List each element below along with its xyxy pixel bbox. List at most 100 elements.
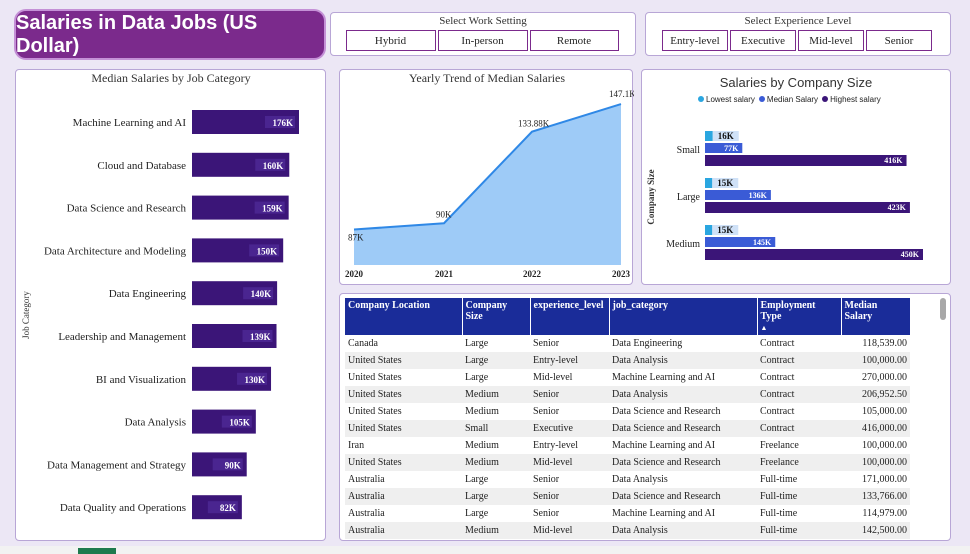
slicer-senior-button[interactable]: Senior bbox=[866, 30, 932, 51]
table-cell: Full-time bbox=[757, 539, 841, 540]
table-scrollbar[interactable] bbox=[940, 298, 946, 320]
job-category-tick-label: Data Architecture and Modeling bbox=[44, 245, 187, 257]
table-cell: Freelance bbox=[757, 454, 841, 471]
table-cell: 416,000.00 bbox=[841, 420, 910, 437]
col-company-size[interactable]: Company Size bbox=[462, 298, 531, 335]
table-cell: 171,000.00 bbox=[862, 474, 907, 485]
table-row[interactable]: AustraliaMediumMid-levelMachine Learning… bbox=[345, 539, 910, 540]
trend-data-label: 90K bbox=[436, 209, 452, 219]
slicer-mid-level-button[interactable]: Mid-level bbox=[798, 30, 864, 51]
table-cell: Contract bbox=[760, 338, 795, 349]
table-cell: Mid-level bbox=[530, 454, 609, 471]
company-size-tick-label: Large bbox=[677, 192, 701, 203]
company-size-bar[interactable] bbox=[705, 155, 907, 166]
table-cell: Full-time bbox=[760, 508, 798, 519]
trend-data-label: 147.1K bbox=[609, 89, 634, 99]
company-size-data-label: 15K bbox=[717, 178, 733, 188]
table-cell: Entry-level bbox=[530, 352, 609, 369]
table-cell: 100,000.00 bbox=[862, 440, 907, 451]
table-row[interactable]: Canada Large Senior Data Engineering Contrac… bbox=[345, 335, 910, 352]
table-row[interactable]: United States Large Mid-level Machine Learn… bbox=[345, 369, 910, 386]
job-category-data-label: 150K bbox=[257, 246, 278, 256]
slicer-hybrid-button[interactable]: Hybrid bbox=[345, 30, 436, 51]
table-cell: Canada bbox=[348, 338, 378, 349]
slicer-executive-button[interactable]: Executive bbox=[730, 30, 796, 51]
salary-details-table: Company Location Company Size experience… bbox=[345, 298, 911, 540]
table-row[interactable]: United States Medium Mid-level Data Science… bbox=[345, 454, 910, 471]
table-cell: Large bbox=[465, 338, 489, 349]
company-size-data-label: 145K bbox=[753, 238, 772, 247]
table-cell: Contract bbox=[757, 386, 841, 403]
table-cell: Large bbox=[465, 474, 489, 485]
experience-slicer: Select Experience Level Entry-level Exec… bbox=[645, 12, 951, 56]
job-category-tick-label: BI and Visualization bbox=[96, 374, 187, 386]
table-cell: Australia bbox=[345, 488, 462, 505]
company-size-bar-chart: Company Size Small 16K 77K 416K Large 15K 136K… bbox=[646, 131, 923, 260]
company-size-bar[interactable] bbox=[705, 131, 713, 141]
trend-data-label: 133.88K bbox=[518, 119, 550, 129]
table-row[interactable]: United States Small Executive Data Science … bbox=[345, 420, 910, 437]
job-category-bar-chart: Median Salaries by Job Category Job Cate… bbox=[21, 71, 299, 520]
table-cell: Medium bbox=[465, 406, 499, 417]
company-size-chart-panel: Salaries by Company Size Lowest salary M… bbox=[641, 69, 951, 285]
col-job-category[interactable]: job_category bbox=[609, 298, 758, 335]
table-cell: 100,000.00 bbox=[841, 454, 910, 471]
company-size-bar[interactable] bbox=[705, 178, 713, 188]
job-category-data-label: 90K bbox=[225, 460, 241, 470]
table-cell: Iran bbox=[348, 440, 365, 451]
table-cell: Data Analysis bbox=[609, 522, 757, 539]
table-cell: Senior bbox=[533, 406, 560, 417]
company-size-bar[interactable] bbox=[705, 249, 923, 260]
table-row[interactable]: United States Medium Senior Data Analysis Co… bbox=[345, 386, 910, 403]
table-cell: Mid-level bbox=[533, 372, 573, 383]
slicer-entry-level-button[interactable]: Entry-level bbox=[662, 30, 728, 51]
table-cell: Australia bbox=[345, 522, 462, 539]
trend-area[interactable] bbox=[354, 104, 621, 266]
col-experience-level[interactable]: experience_level bbox=[530, 298, 610, 335]
slicer-in-person-button[interactable]: In-person bbox=[437, 30, 528, 51]
col-company-location[interactable]: Company Location bbox=[345, 298, 463, 335]
company-size-bar[interactable] bbox=[705, 202, 910, 213]
table-row[interactable]: Iran Medium Entry-level Machine Learning an… bbox=[345, 437, 910, 454]
table-cell: United States bbox=[348, 372, 402, 383]
table-cell: Executive bbox=[530, 420, 609, 437]
table-row[interactable]: United States Large Entry-level Data Analys… bbox=[345, 352, 910, 369]
slicer-remote-button[interactable]: Remote bbox=[529, 30, 619, 51]
table-cell: Data Science and Research bbox=[612, 406, 721, 417]
table-cell: Medium bbox=[462, 454, 530, 471]
yearly-trend-chart-title: Yearly Trend of Median Salaries bbox=[409, 71, 565, 85]
page-tab-strip bbox=[0, 546, 970, 554]
table-cell: Medium bbox=[462, 386, 530, 403]
job-category-tick-label: Data Science and Research bbox=[67, 203, 187, 215]
col-median-salary[interactable]: Median Salary bbox=[841, 298, 911, 335]
job-category-chart-panel: Median Salaries by Job Category Job Cate… bbox=[15, 69, 326, 541]
job-category-data-label: 176K bbox=[272, 118, 293, 128]
table-cell: Data Science and Research bbox=[609, 488, 757, 505]
table-cell: 105,000.00 bbox=[862, 406, 907, 417]
company-size-data-label: 416K bbox=[884, 156, 903, 165]
company-size-bar[interactable] bbox=[705, 225, 713, 235]
trend-x-tick-label: 2021 bbox=[435, 269, 454, 279]
table-header-row: Company Location Company Size experience… bbox=[345, 298, 911, 335]
table-cell: Contract bbox=[757, 420, 841, 437]
trend-data-label: 87K bbox=[348, 233, 364, 243]
company-size-data-label: 423K bbox=[888, 203, 907, 212]
job-category-data-label: 160K bbox=[263, 161, 284, 171]
col-employment-type[interactable]: Employment Type ▲ bbox=[757, 298, 842, 335]
job-category-data-label: 82K bbox=[220, 503, 236, 513]
job-category-data-label: 140K bbox=[251, 289, 272, 299]
page-tab[interactable] bbox=[78, 548, 116, 554]
table-row[interactable]: United States Medium Senior Data Science an… bbox=[345, 403, 910, 420]
table-row[interactable]: Australia Large Senior Data Science and Res… bbox=[345, 488, 910, 505]
job-category-tick-label: Machine Learning and AI bbox=[73, 117, 187, 129]
table-cell: Entry-level bbox=[533, 440, 578, 451]
table-cell: Senior bbox=[530, 488, 609, 505]
table-cell: 273,750.00 bbox=[841, 539, 910, 540]
job-category-data-label: 139K bbox=[250, 332, 271, 342]
table-row[interactable]: Australia Large Senior Machine Learning and… bbox=[345, 505, 910, 522]
table-row[interactable]: Australia Large Senior Data Analysis Full-ti… bbox=[345, 471, 910, 488]
salary-details-table-panel: Company Location Company Size experience… bbox=[339, 293, 951, 541]
table-cell: United States bbox=[345, 386, 462, 403]
table-cell: Data Engineering bbox=[612, 338, 683, 349]
table-row[interactable]: Australia Medium Mid-level Data Analysis Ful… bbox=[345, 522, 910, 539]
